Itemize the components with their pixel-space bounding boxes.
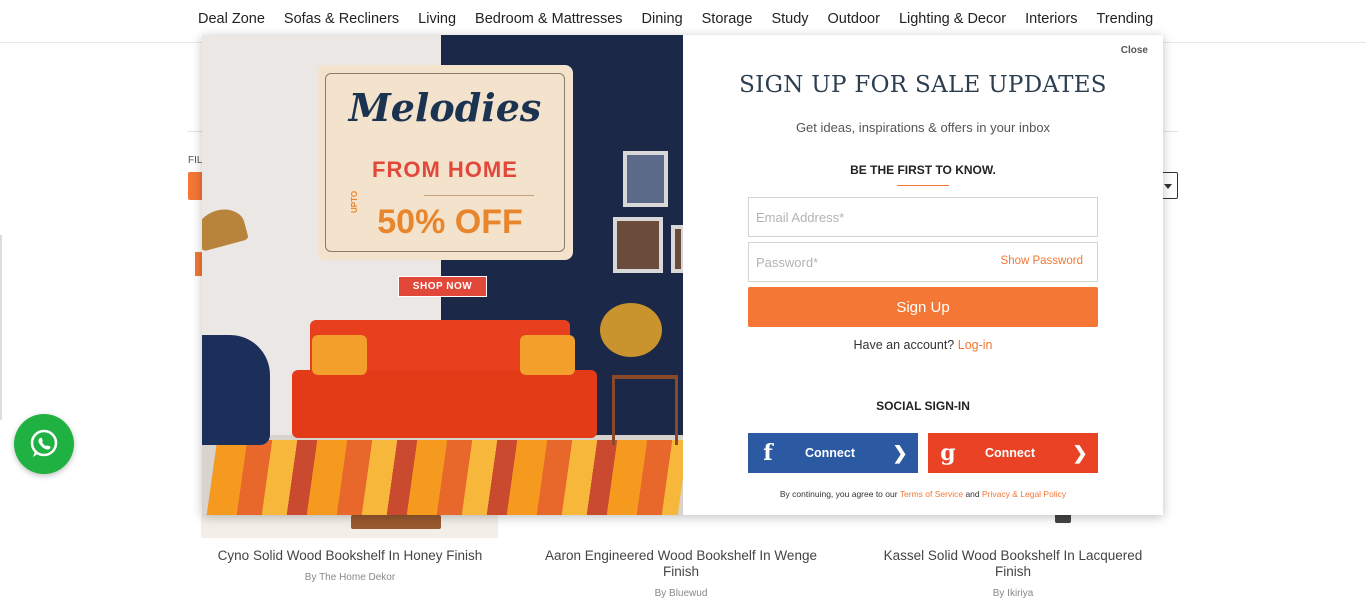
facebook-connect-label: Connect (805, 446, 855, 460)
modal-title: SIGN UP FOR SALE UPDATES (739, 72, 1107, 98)
pillow-illustration (520, 335, 575, 375)
close-button[interactable]: Close (1121, 45, 1148, 56)
page-edge (0, 235, 2, 420)
product-name[interactable]: Kassel Solid Wood Bookshelf In Lacquered… (884, 548, 1143, 579)
product-brand: By Bluewud (654, 588, 708, 599)
terms-notice: By continuing, you agree to our Terms of… (683, 489, 1163, 499)
nav-item-interiors[interactable]: Interiors (1025, 11, 1077, 27)
nav-item-lighting-decor[interactable]: Lighting & Decor (899, 11, 1006, 27)
nav-item-bedroom-mattresses[interactable]: Bedroom & Mattresses (475, 11, 622, 27)
chevron-right-icon: ❯ (892, 442, 908, 463)
wall-frame (623, 151, 668, 207)
terms-prefix: By continuing, you agree to our (779, 489, 898, 499)
product-brand: By The Home Dekor (304, 572, 396, 583)
nav-item-sofas-recliners[interactable]: Sofas & Recliners (284, 11, 399, 27)
promo-headline: Melodies (348, 85, 542, 130)
promo-offer: 50% OFF (377, 203, 523, 241)
product-card[interactable]: Cyno Solid Wood Bookshelf In Honey Finis… (205, 548, 495, 586)
product-image[interactable] (201, 515, 498, 538)
sofa-illustration (292, 370, 597, 438)
first-to-know-heading: BE THE FIRST TO KNOW. (850, 163, 996, 177)
signup-modal: Melodies FROM HOME UPTO 50% OFF SHOP NOW… (202, 35, 1163, 515)
side-table-illustration (612, 375, 678, 445)
show-password-toggle[interactable]: Show Password (1001, 255, 1083, 267)
modal-subtitle: Get ideas, inspirations & offers in your… (795, 120, 1051, 135)
privacy-policy-link[interactable]: Privacy & Legal Policy (982, 489, 1066, 499)
google-icon: g (940, 440, 956, 466)
heading-underline (897, 185, 949, 186)
terms-of-service-link[interactable]: Terms of Service (900, 489, 963, 499)
nav-item-storage[interactable]: Storage (702, 11, 753, 27)
facebook-icon: f (763, 440, 773, 466)
product-card[interactable]: Kassel Solid Wood Bookshelf In Lacquered… (870, 548, 1156, 599)
chair-illustration (202, 335, 270, 445)
terms-and: and (965, 489, 980, 499)
facebook-connect-button[interactable]: f Connect ❯ (748, 433, 918, 473)
signup-form: Close SIGN UP FOR SALE UPDATES Get ideas… (683, 35, 1163, 515)
promo-banner[interactable]: Melodies FROM HOME UPTO 50% OFF SHOP NOW (202, 35, 683, 515)
login-link[interactable]: Log-in (958, 338, 993, 352)
product-name[interactable]: Aaron Engineered Wood Bookshelf In Wenge… (545, 548, 817, 579)
promo-subheadline: FROM HOME (372, 157, 518, 182)
pillow-illustration (312, 335, 367, 375)
email-field[interactable] (748, 197, 1098, 237)
whatsapp-button[interactable] (14, 414, 74, 474)
nav-item-deal-zone[interactable]: Deal Zone (198, 11, 265, 27)
email-input[interactable] (749, 198, 1097, 236)
nav-item-study[interactable]: Study (771, 11, 808, 27)
nav-item-dining[interactable]: Dining (642, 11, 683, 27)
whatsapp-icon (30, 429, 58, 457)
login-prompt: Have an account? Log-in (683, 338, 1163, 352)
google-connect-button[interactable]: g Connect ❯ (928, 433, 1098, 473)
have-account-text: Have an account? (853, 338, 955, 352)
nav-item-outdoor[interactable]: Outdoor (828, 11, 880, 27)
sign-up-button[interactable]: Sign Up (748, 287, 1098, 327)
wall-frame (613, 217, 663, 273)
nav-item-living[interactable]: Living (418, 11, 456, 27)
promo-divider (424, 195, 534, 196)
chevron-right-icon: ❯ (1072, 442, 1088, 463)
product-name[interactable]: Cyno Solid Wood Bookshelf In Honey Finis… (218, 548, 483, 563)
nav-item-trending[interactable]: Trending (1097, 11, 1154, 27)
google-connect-label: Connect (985, 446, 1035, 460)
social-signin-heading: SOCIAL SIGN-IN (876, 399, 970, 413)
gramophone-illustration (600, 303, 662, 357)
nav-menu: Deal Zone Sofas & Recliners Living Bedro… (198, 11, 1172, 27)
product-card[interactable]: Aaron Engineered Wood Bookshelf In Wenge… (540, 548, 822, 599)
password-field[interactable]: Show Password (748, 242, 1098, 282)
product-brand: By Ikiriya (992, 588, 1034, 599)
shop-now-button[interactable]: SHOP NOW (398, 276, 487, 297)
lamp-illustration (202, 204, 249, 252)
wall-frame (671, 225, 683, 273)
promo-rug (206, 440, 683, 515)
